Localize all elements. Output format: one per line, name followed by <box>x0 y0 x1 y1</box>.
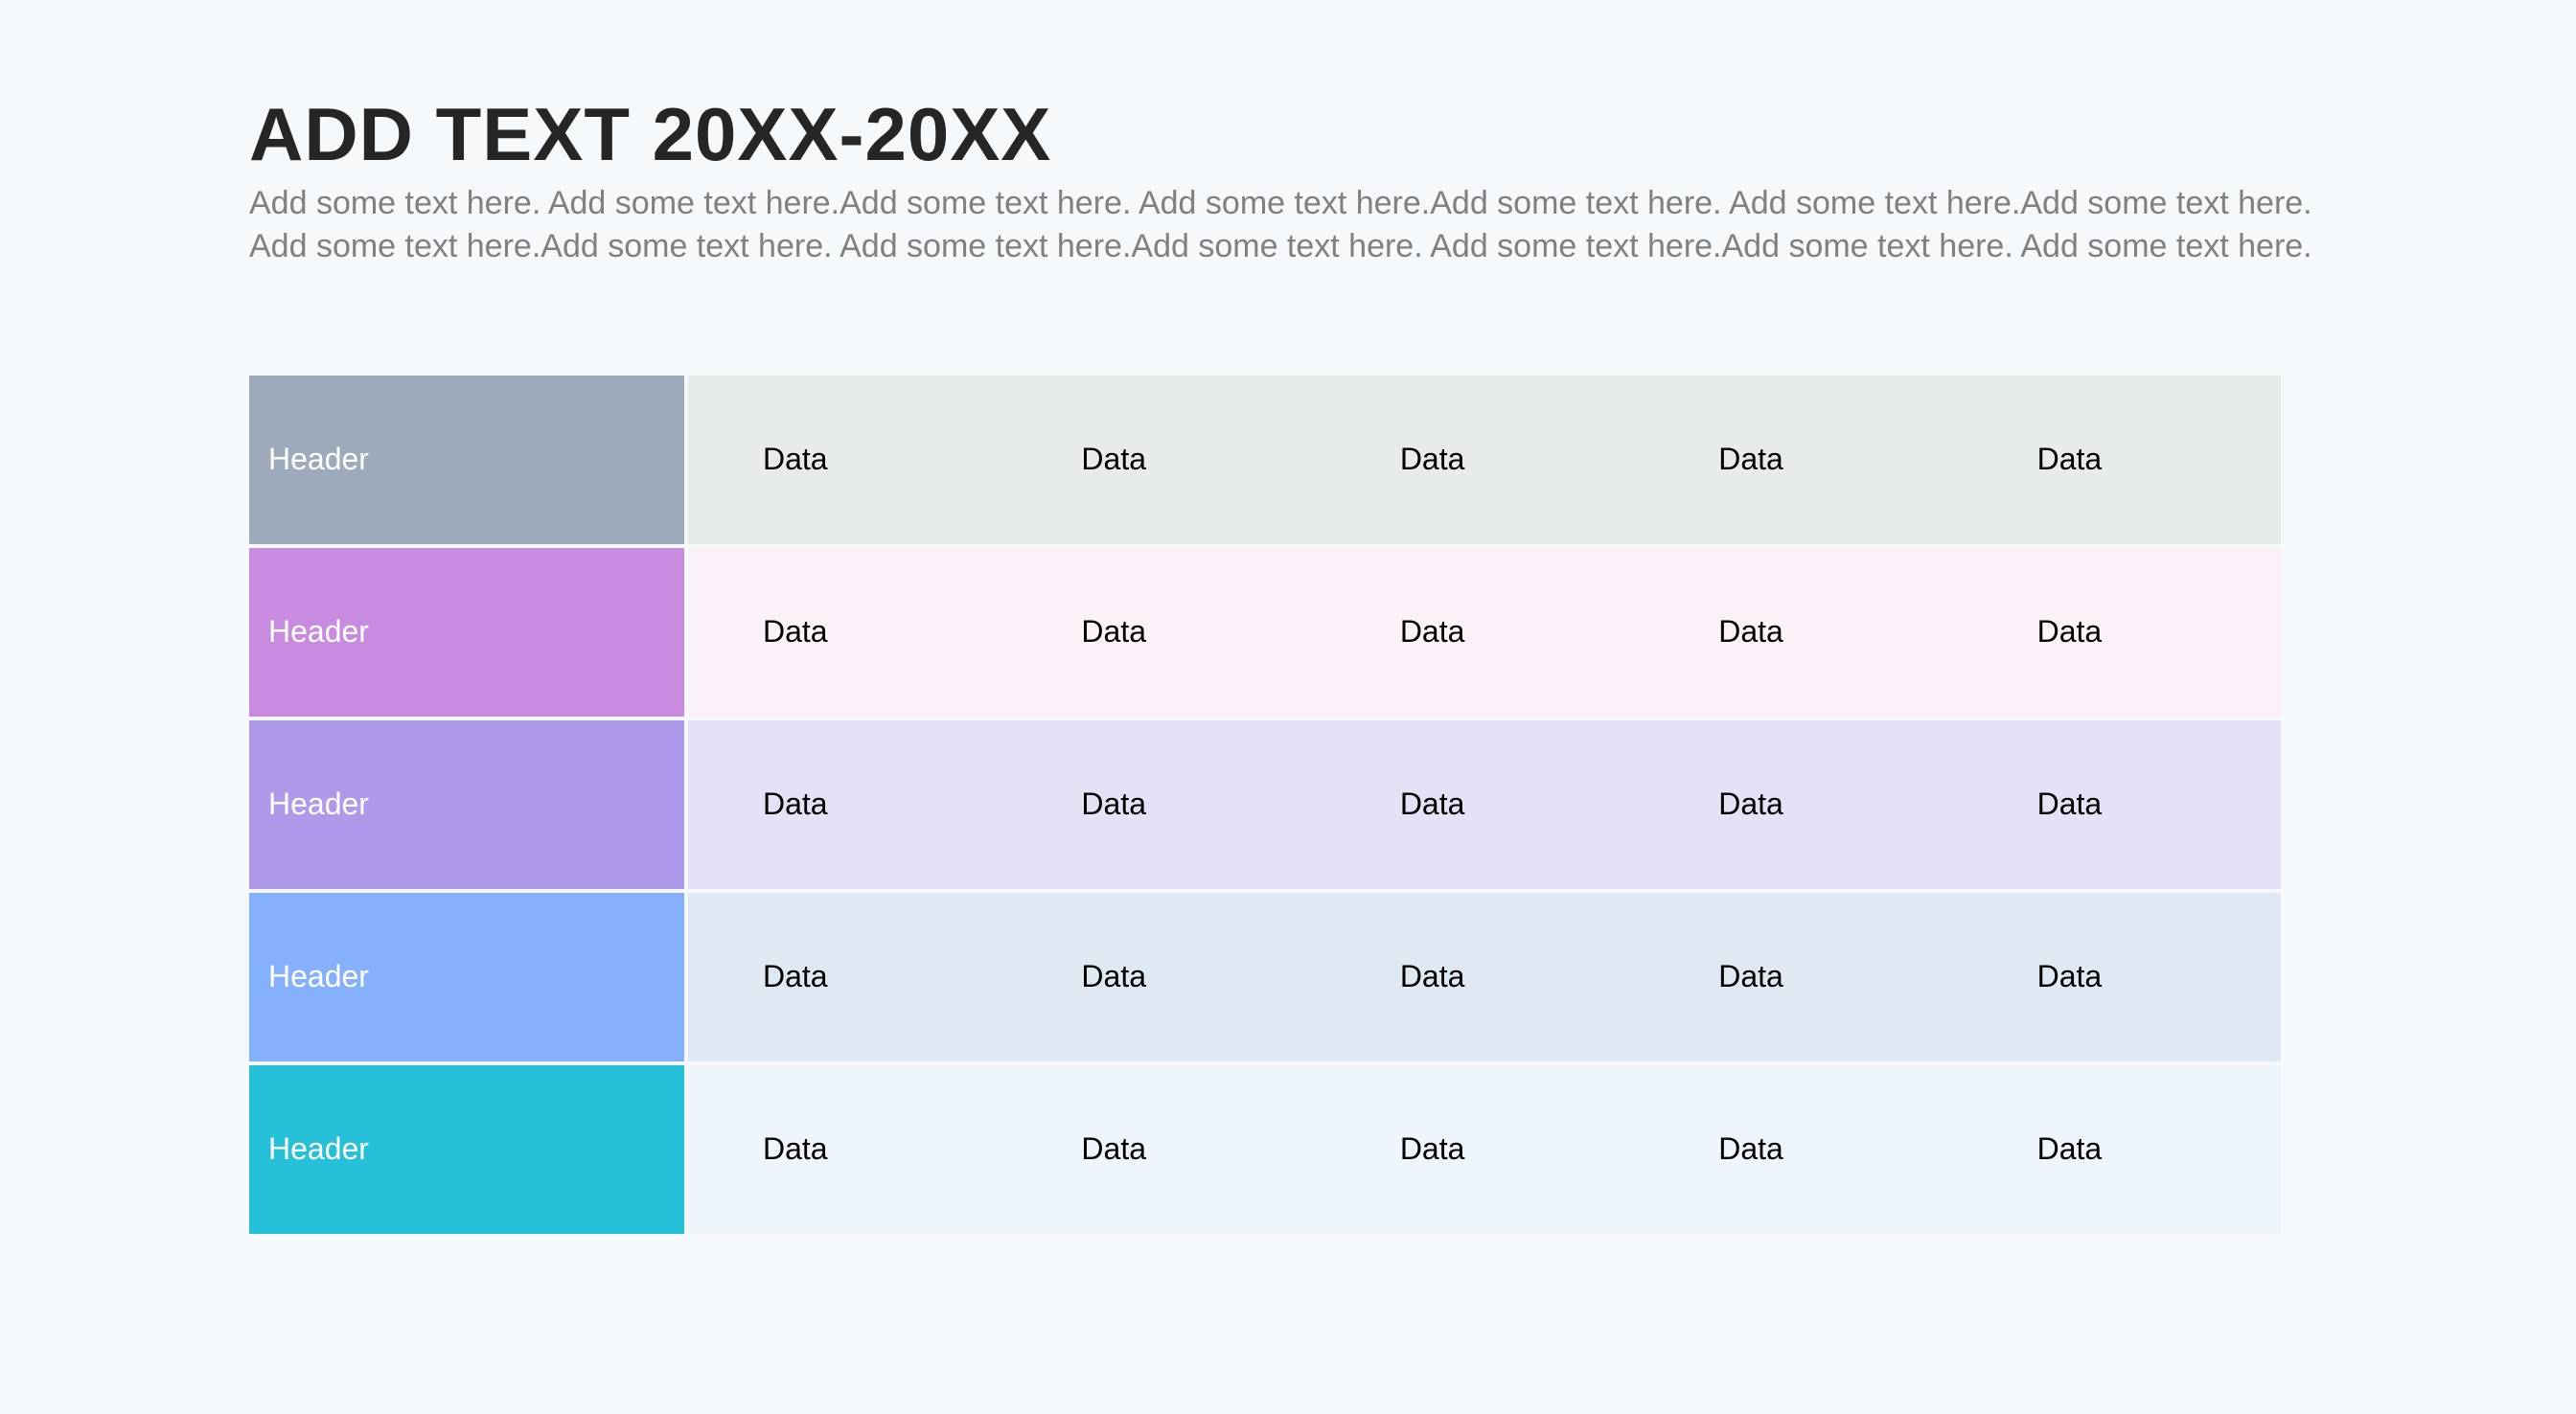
data-cell: Data <box>1644 1065 1962 1234</box>
row-body: Data Data Data Data Data <box>688 893 2281 1061</box>
data-table: Header Data Data Data Data Data Header D… <box>249 376 2281 1234</box>
row-header: Header <box>249 720 684 889</box>
data-cell: Data <box>1963 893 2281 1061</box>
data-cell: Data <box>1644 376 1962 544</box>
data-cell: Data <box>688 720 1006 889</box>
row-body: Data Data Data Data Data <box>688 376 2281 544</box>
data-cell: Data <box>1006 720 1324 889</box>
data-cell: Data <box>1006 548 1324 717</box>
row-header: Header <box>249 893 684 1061</box>
table-row: Header Data Data Data Data Data <box>249 376 2281 544</box>
row-header: Header <box>249 376 684 544</box>
row-header: Header <box>249 1065 684 1234</box>
page-title: ADD TEXT 20XX-20XX <box>249 96 2327 174</box>
data-cell: Data <box>1325 1065 1644 1234</box>
data-cell: Data <box>1963 376 2281 544</box>
data-cell: Data <box>1006 893 1324 1061</box>
data-cell: Data <box>1644 720 1962 889</box>
data-cell: Data <box>1325 548 1644 717</box>
data-cell: Data <box>1963 1065 2281 1234</box>
data-cell: Data <box>1644 548 1962 717</box>
table-row: Header Data Data Data Data Data <box>249 720 2281 889</box>
table-row: Header Data Data Data Data Data <box>249 548 2281 717</box>
data-cell: Data <box>688 1065 1006 1234</box>
data-cell: Data <box>1325 720 1644 889</box>
row-header: Header <box>249 548 684 717</box>
data-cell: Data <box>688 548 1006 717</box>
data-cell: Data <box>1325 376 1644 544</box>
data-cell: Data <box>1963 548 2281 717</box>
row-body: Data Data Data Data Data <box>688 720 2281 889</box>
data-cell: Data <box>1644 893 1962 1061</box>
data-cell: Data <box>1006 376 1324 544</box>
table-row: Header Data Data Data Data Data <box>249 1065 2281 1234</box>
data-cell: Data <box>688 376 1006 544</box>
data-cell: Data <box>688 893 1006 1061</box>
data-cell: Data <box>1325 893 1644 1061</box>
page-subtitle: Add some text here. Add some text here.A… <box>249 182 2327 268</box>
row-body: Data Data Data Data Data <box>688 1065 2281 1234</box>
table-row: Header Data Data Data Data Data <box>249 893 2281 1061</box>
data-cell: Data <box>1006 1065 1324 1234</box>
row-body: Data Data Data Data Data <box>688 548 2281 717</box>
data-cell: Data <box>1963 720 2281 889</box>
